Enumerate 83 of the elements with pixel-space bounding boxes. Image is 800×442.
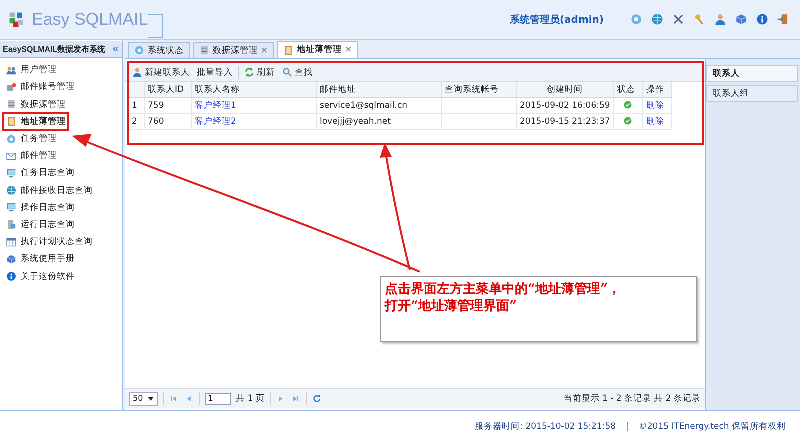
server-icon — [199, 45, 210, 56]
menu-item[interactable]: 用户管理 — [0, 63, 58, 78]
logo-text: Easy SQLMAIL — [32, 10, 148, 30]
menu-item[interactable]: 任务管理 — [0, 132, 58, 146]
user-icon[interactable] — [714, 13, 727, 26]
info-icon — [6, 271, 17, 282]
menu-item[interactable]: 邮件接收日志查询 — [0, 183, 94, 198]
reload-icon[interactable] — [312, 394, 322, 404]
page-count: 共 1 页 — [236, 392, 265, 404]
search-icon — [282, 67, 293, 78]
column-header: 邮件地址 — [316, 82, 442, 98]
menu-item[interactable]: 操作日志查询 — [0, 200, 76, 215]
book-icon — [6, 116, 17, 128]
table-cell: 760 — [144, 114, 192, 130]
menu-item[interactable]: 邮件管理 — [0, 148, 58, 164]
table-cell: lovejjj@yeah.net — [316, 114, 442, 130]
column-header: 联系人名称 — [192, 82, 316, 98]
document-icon — [6, 219, 17, 230]
door-icon[interactable] — [777, 13, 790, 26]
menu-item[interactable]: 系统使用手册 — [0, 252, 76, 267]
column-header: 状态 — [614, 82, 643, 98]
row-number: 2 — [129, 114, 144, 130]
group-tab[interactable]: 联系人组 — [706, 85, 798, 102]
monitor-icon — [6, 202, 17, 214]
page-input[interactable]: 1 — [205, 392, 232, 404]
menu-item[interactable]: 邮件账号管理 — [0, 80, 76, 95]
record-summary: 当前显示 1 - 2 条记录 共 2 条记录 — [564, 392, 701, 404]
tools-icon[interactable] — [672, 13, 685, 26]
callout-text: 点击界面左方主菜单中的“地址薄管理”， 打开“地址薄管理界面” — [384, 280, 622, 316]
group-tab[interactable]: 联系人 — [706, 65, 798, 82]
menu-item[interactable]: 运行日志查询 — [0, 218, 76, 232]
server-time: 服务器时间: 2015-10-02 15:21:58 — [475, 420, 616, 432]
copyright: ©2015 ITEnergy.tech 保留所有权利 — [638, 420, 786, 432]
page-size-select[interactable]: 50 — [129, 392, 158, 406]
envelope-icon — [6, 150, 17, 162]
tab[interactable]: 地址薄管理 × — [277, 41, 358, 58]
first-page-icon[interactable] — [169, 394, 180, 404]
toolbar-button[interactable]: 批量导入 — [195, 66, 235, 78]
delete-link[interactable]: 删除 — [646, 100, 664, 110]
users-icon — [6, 64, 17, 76]
globe-icon[interactable] — [651, 13, 664, 26]
delete-link[interactable]: 删除 — [646, 116, 664, 126]
user-name[interactable]: 系统管理员(admin) — [510, 12, 604, 26]
table-cell: service1@sqlmail.cn — [316, 98, 442, 114]
table-cell: 2015-09-02 16:06:59 — [516, 98, 614, 114]
menu-item[interactable]: 任务日志查询 — [0, 166, 76, 181]
refresh-icon — [244, 67, 255, 78]
table-cell: 759 — [144, 98, 192, 114]
contact-link[interactable]: 客户经理2 — [195, 116, 236, 126]
toolbar-button[interactable]: 新建联系人 — [130, 66, 192, 78]
cube-icon — [6, 254, 17, 265]
mailbox-icon — [6, 82, 17, 93]
user-icon — [132, 67, 143, 78]
book-icon — [283, 44, 294, 56]
last-page-icon[interactable] — [291, 394, 301, 404]
server-icon — [6, 99, 17, 110]
column-header: 查询系统帐号 — [442, 82, 516, 98]
highlight-frame — [2, 112, 69, 131]
globe-icon — [6, 185, 17, 196]
column-header: 创建时间 — [516, 82, 614, 98]
table-icon — [6, 236, 17, 248]
sidebar-title: EasySQLMAIL数据发布系统 — [3, 44, 106, 54]
menu-item[interactable]: 执行计划状态查询 — [0, 234, 94, 250]
column-header: 操作 — [642, 82, 672, 98]
menu-item[interactable]: 数据源管理 — [0, 97, 67, 112]
caret-icon — [148, 396, 154, 400]
separator: | — [626, 422, 629, 432]
monitor-icon — [6, 168, 17, 179]
toolbar-button[interactable]: 查找 — [280, 66, 315, 78]
tab[interactable]: 数据源管理 × — [193, 42, 274, 58]
tab[interactable]: 系统状态 — [128, 42, 190, 58]
cube-icon[interactable] — [735, 13, 748, 26]
info-icon[interactable] — [756, 13, 769, 26]
close-icon[interactable]: × — [345, 45, 352, 55]
column-header: 联系人ID — [144, 82, 192, 98]
toolbar-button[interactable]: 刷新 — [242, 66, 277, 78]
key-icon[interactable] — [693, 13, 706, 26]
logo-icon — [8, 10, 26, 28]
logo-frame — [148, 14, 164, 38]
menu-item[interactable]: 关于这份软件 — [0, 269, 76, 284]
table-cell: 2015-09-15 21:23:37 — [516, 114, 614, 130]
contact-link[interactable]: 客户经理1 — [195, 100, 236, 110]
close-icon[interactable]: × — [261, 46, 268, 56]
